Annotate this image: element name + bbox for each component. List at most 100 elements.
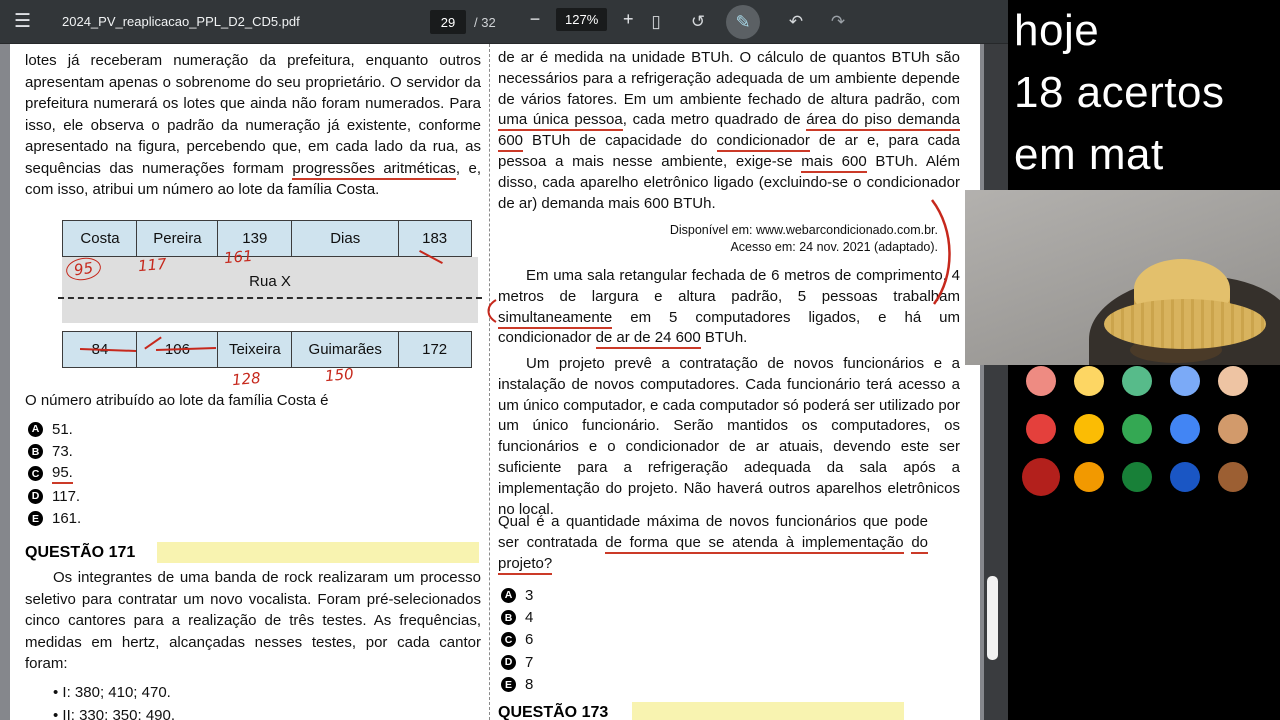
palette-color-swatch[interactable] — [1122, 462, 1152, 492]
menu-icon[interactable]: ☰ — [14, 10, 31, 33]
palette-color-swatch[interactable] — [1074, 366, 1104, 396]
street-dashed-line — [58, 297, 482, 299]
color-palette — [1022, 362, 1248, 496]
question-172-scenario-text: Em uma sala retangular fechada de 6 metr… — [498, 266, 960, 350]
lots-table-top-row: Costa Pereira 139 Dias 183 — [62, 220, 478, 257]
question-172-stem: Qual é a quantidade máxima de novos func… — [498, 512, 929, 575]
lot-cell: Pereira — [136, 220, 219, 257]
answer-option: C6 — [501, 629, 533, 651]
option-text: 7 — [525, 653, 534, 671]
overlay-line: hoje — [1014, 6, 1100, 55]
option-letter-badge: E — [28, 511, 43, 527]
annotation-tools: ▯ ↺ ✎ ↶ ↷ — [642, 5, 852, 39]
lots-figure: Costa Pereira 139 Dias 183 Rua X 84 106 Teixei… — [58, 220, 482, 368]
zoom-in-button[interactable]: + — [617, 9, 639, 30]
pdf-page: lotes já receberam numeração da prefeitu… — [10, 44, 980, 720]
overlay-line: 18 acertos — [1014, 68, 1225, 117]
palette-color-swatch[interactable] — [1074, 414, 1104, 444]
option-letter-badge: B — [28, 444, 43, 460]
palette-color-swatch[interactable] — [1022, 458, 1060, 496]
palette-color-swatch[interactable] — [1170, 366, 1200, 396]
answer-option: B4 — [501, 606, 533, 628]
pdf-scrollbar-thumb[interactable] — [987, 576, 998, 660]
answer-option: B 73. — [28, 440, 81, 462]
red-underlined-text: uma única pessoa — [498, 111, 623, 132]
answer-option: D 117. — [28, 485, 81, 507]
question-172-intro-text: de ar é medida na unidade BTUh. O cálcul… — [498, 49, 961, 212]
yellow-highlight — [632, 702, 904, 720]
option-letter-badge: A — [28, 421, 43, 437]
option-text: 117. — [52, 487, 81, 505]
palette-color-swatch[interactable] — [1122, 366, 1152, 396]
fit-page-icon[interactable]: ▯ — [642, 8, 670, 36]
option-letter-badge: A — [501, 587, 516, 603]
answer-option: E8 — [501, 674, 533, 696]
lot-cell: Guimarães — [291, 331, 400, 368]
list-item: • II: 330; 350; 490. — [53, 706, 176, 720]
handwritten-annotation: 150 — [324, 364, 355, 386]
answer-option: E 161. — [28, 508, 81, 530]
pdf-right-column: de ar é medida na unidade BTUh. O cálcul… — [498, 44, 960, 720]
answer-option: A 51. — [28, 418, 81, 440]
option-letter-badge: D — [501, 654, 516, 670]
palette-color-swatch[interactable] — [1218, 414, 1248, 444]
zoom-level[interactable]: 127% — [556, 8, 608, 31]
option-text: 51. — [52, 420, 73, 438]
page-number-input[interactable]: 29 — [430, 10, 466, 34]
pen-tool-icon[interactable]: ✎ — [726, 5, 760, 39]
pdf-toolbar: ☰ 2024_PV_reaplicacao_PPL_D2_CD5.pdf 29 … — [0, 0, 1008, 44]
webcam-view — [965, 190, 1280, 365]
option-letter-badge: C — [28, 466, 43, 482]
source-citation: Disponível em: www.webarcondicionado.com… — [498, 222, 938, 256]
question-170-options: A 51. B 73. C 95. D 117. E 161. — [28, 418, 81, 530]
red-curve-mark — [931, 199, 951, 305]
undo-icon[interactable]: ↶ — [782, 8, 810, 36]
street-band: Rua X — [58, 257, 482, 323]
option-letter-badge: B — [501, 610, 516, 626]
straw-hat-brim — [1104, 299, 1266, 349]
lot-cell: Teixeira — [216, 331, 293, 368]
answer-option: A3 — [501, 584, 533, 606]
option-text: 73. — [52, 443, 73, 461]
red-underlined-text: simultaneamente — [498, 308, 613, 329]
palette-color-swatch[interactable] — [1074, 462, 1104, 492]
source-line: Acesso em: 24 nov. 2021 (adaptado). — [730, 240, 938, 254]
red-underlined-text: progressões aritméticas — [292, 159, 456, 180]
rotate-icon[interactable]: ↺ — [684, 8, 712, 36]
zoom-out-button[interactable]: − — [524, 9, 546, 30]
pdf-scrollbar-track[interactable] — [984, 44, 1008, 720]
option-text: 8 — [525, 676, 534, 694]
lot-cell: 183 — [397, 220, 472, 257]
redo-icon[interactable]: ↷ — [824, 8, 852, 36]
question-172-project-text: Um projeto prevê a contratação de novos … — [498, 355, 960, 518]
palette-color-swatch[interactable] — [1170, 462, 1200, 492]
red-underlined-text: de forma que se atenda à implementação — [605, 533, 904, 554]
option-text: 4 — [525, 609, 534, 627]
pdf-filename: 2024_PV_reaplicacao_PPL_D2_CD5.pdf — [62, 14, 300, 29]
list-item: • I: 380; 410; 470. — [53, 684, 171, 701]
palette-color-swatch[interactable] — [1218, 462, 1248, 492]
answer-option: D7 — [501, 651, 533, 673]
question-170-stem: O número atribuído ao lote da família Co… — [25, 392, 329, 409]
option-text: 161. — [52, 510, 82, 528]
palette-color-swatch[interactable] — [1218, 366, 1248, 396]
column-divider — [489, 44, 490, 720]
option-text: 95. — [52, 464, 73, 484]
red-underlined-text: mais 600 — [801, 152, 867, 173]
palette-color-swatch[interactable] — [1170, 414, 1200, 444]
overlay-line: em mat — [1014, 130, 1164, 179]
palette-color-swatch[interactable] — [1122, 414, 1152, 444]
question-171-list: • I: 380; 410; 470. • II: 330; 350; 490. — [53, 682, 175, 720]
option-letter-badge: E — [501, 677, 516, 693]
question-170-continuation-text: lotes já receberam numeração da prefeitu… — [25, 52, 481, 198]
red-underlined-text: de ar de 24 600 — [595, 329, 701, 350]
answer-option: C 95. — [28, 463, 81, 485]
question-173-heading: QUESTÃO 173 — [498, 702, 960, 720]
palette-color-swatch[interactable] — [1026, 366, 1056, 396]
lot-cell: Costa — [62, 220, 138, 257]
option-text: 6 — [525, 631, 534, 649]
handwritten-annotation: 117 — [137, 254, 168, 276]
page-count-label: / 32 — [474, 14, 496, 30]
palette-color-swatch[interactable] — [1026, 414, 1056, 444]
handwritten-annotation: 128 — [231, 368, 262, 390]
